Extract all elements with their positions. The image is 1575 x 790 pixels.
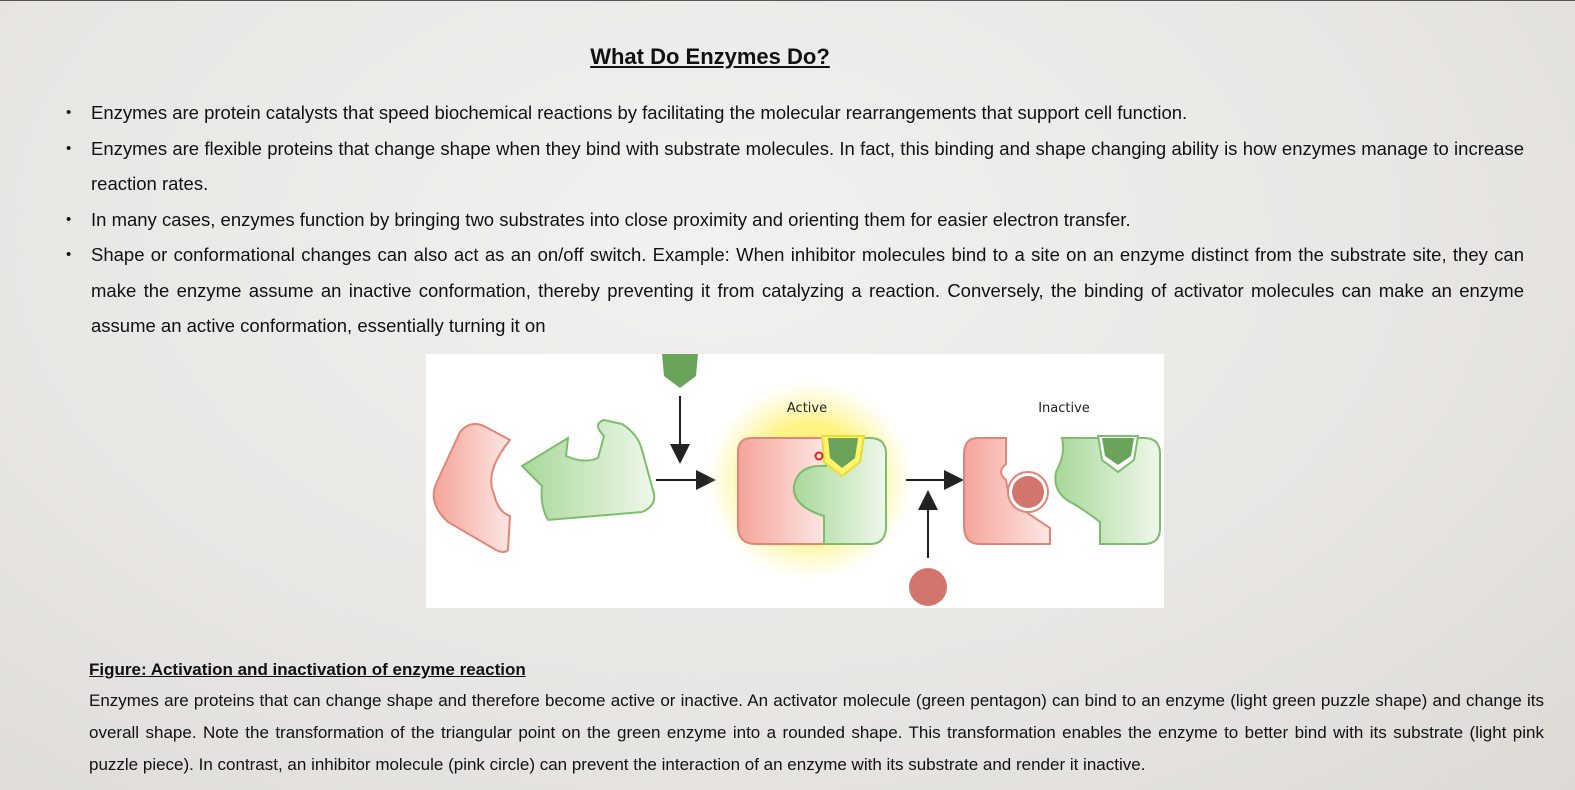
substrate-puzzle-piece: [432, 423, 512, 553]
inactive-substrate: [963, 437, 1051, 545]
label-inactive: Inactive: [1038, 401, 1090, 416]
bullet-item: Enzymes are protein catalysts that speed…: [62, 95, 1524, 131]
active-complex: [737, 435, 887, 545]
figure-caption-text: Enzymes are proteins that can change sha…: [89, 691, 1544, 774]
bullet-list: Enzymes are protein catalysts that speed…: [62, 95, 1524, 344]
bullet-item: In many cases, enzymes function by bring…: [62, 202, 1524, 238]
enzyme-puzzle-shape: [520, 418, 656, 522]
page-title: What Do Enzymes Do?: [590, 44, 830, 69]
bullet-item: Enzymes are flexible proteins that chang…: [62, 131, 1524, 202]
bullet-item: Shape or conformational changes can also…: [62, 237, 1524, 344]
top-border: [0, 0, 1575, 1]
figure-caption-title: Figure: Activation and inactivation of e…: [89, 660, 526, 679]
enzyme-diagram: Active Inactive: [432, 354, 1161, 606]
inhibitor-circle: [909, 568, 947, 606]
activator-pentagon: [662, 354, 698, 388]
enzyme-figure: Active Inactive: [426, 354, 1164, 608]
label-active: Active: [787, 401, 827, 416]
inactive-enzyme: [1054, 435, 1161, 545]
